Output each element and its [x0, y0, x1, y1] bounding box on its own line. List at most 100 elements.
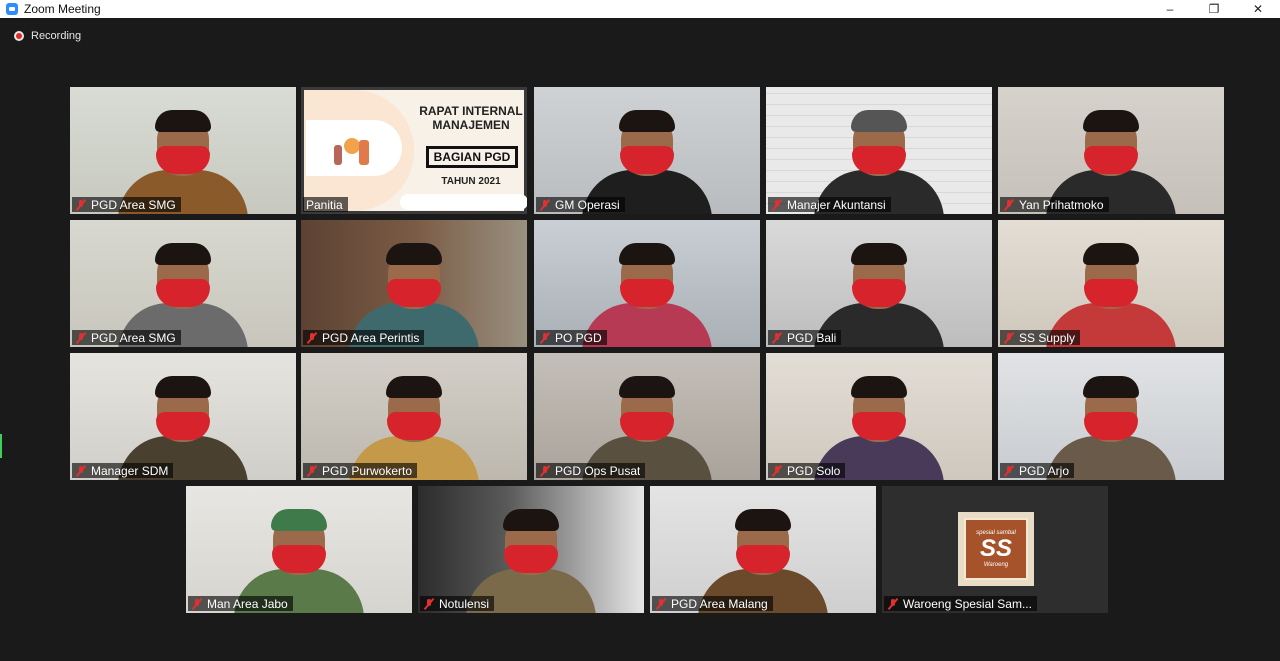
logo-bottom-text: Waroeng — [983, 562, 1009, 568]
mic-muted-icon — [539, 464, 551, 477]
mic-muted-icon — [1003, 198, 1015, 211]
participant-name: Manajer Akuntansi — [787, 197, 886, 212]
face-mask — [852, 412, 906, 440]
participant-tile[interactable]: PGD Purwokerto — [301, 353, 527, 480]
banner-line2: MANAJEMEN — [432, 118, 510, 132]
meeting-banner: RAPAT INTERNAL MANAJEMEN BAGIAN PGD TAHU… — [304, 90, 527, 211]
banner-year: TAHUN 2021 — [441, 176, 501, 187]
participant-tile[interactable]: Notulensi — [418, 486, 644, 613]
participant-name: GM Operasi — [555, 197, 620, 212]
waroeng-logo: spesial sambal SS Waroeng — [958, 512, 1034, 586]
participant-name: PGD Area Malang — [671, 596, 768, 611]
mic-muted-icon — [75, 464, 87, 477]
participant-name-tag: Notulensi — [420, 596, 495, 611]
participant-name-tag: PO PGD — [536, 330, 607, 345]
participant-tile[interactable]: PGD Bali — [766, 220, 992, 347]
participant-name-tag: Panitia — [303, 197, 348, 212]
face-mask — [852, 279, 906, 307]
participant-name: PGD Solo — [787, 463, 841, 478]
participant-name-tag: PGD Solo — [768, 463, 846, 478]
participant-tile[interactable]: GM Operasi — [534, 87, 760, 214]
participant-name-tag: PGD Area SMG — [72, 330, 181, 345]
banner-line1: RAPAT INTERNAL — [419, 104, 523, 118]
face-mask — [1084, 279, 1138, 307]
participant-name-tag: GM Operasi — [536, 197, 625, 212]
participant-name-tag: Manajer Akuntansi — [768, 197, 891, 212]
participant-name-tag: PGD Purwokerto — [303, 463, 418, 478]
logo-mark: SS — [979, 535, 1012, 562]
participant-tile[interactable]: PGD Solo — [766, 353, 992, 480]
face-mask — [504, 545, 558, 573]
participant-name: PGD Bali — [787, 330, 837, 345]
mic-muted-icon — [539, 331, 551, 344]
participant-tile[interactable]: PO PGD — [534, 220, 760, 347]
face-mask — [272, 545, 326, 573]
participant-tile[interactable]: spesial sambal SS Waroeng Waroeng Spesia… — [882, 486, 1108, 613]
participant-tile[interactable]: PGD Area SMG — [70, 87, 296, 214]
face-mask — [1084, 412, 1138, 440]
participant-name: Manager SDM — [91, 463, 169, 478]
mic-muted-icon — [75, 331, 87, 344]
mic-muted-icon — [771, 198, 783, 211]
face-mask — [156, 146, 210, 174]
mic-muted-icon — [423, 597, 435, 610]
face-mask — [1084, 146, 1138, 174]
mic-muted-icon — [75, 198, 87, 211]
participant-tile[interactable]: Manajer Akuntansi — [766, 87, 992, 214]
banner-bar — [400, 194, 527, 210]
participant-name-tag: PGD Area Perintis — [303, 330, 425, 345]
participant-name: PGD Ops Pusat — [555, 463, 641, 478]
participant-name: Panitia — [306, 197, 343, 212]
participant-tile[interactable]: PGD Area SMG — [70, 220, 296, 347]
mic-muted-icon — [306, 464, 318, 477]
mic-muted-icon — [771, 464, 783, 477]
participant-name: PGD Arjo — [1019, 463, 1070, 478]
face-mask — [620, 412, 674, 440]
participant-name-tag: PGD Area Malang — [652, 596, 773, 611]
banner-boxed-label: BAGIAN PGD — [426, 146, 518, 168]
participant-tile[interactable]: PGD Area Malang — [650, 486, 876, 613]
mic-muted-icon — [771, 331, 783, 344]
face-mask — [620, 146, 674, 174]
participant-tile[interactable]: SS Supply — [998, 220, 1224, 347]
participant-tile[interactable]: Yan Prihatmoko — [998, 87, 1224, 214]
participant-name: Waroeng Spesial Sam... — [903, 596, 1032, 611]
participant-name-tag: Waroeng Spesial Sam... — [884, 596, 1037, 611]
video-grid: PGD Area SMG RAPAT INTERNAL MANAJEMEN BA… — [0, 0, 1280, 661]
face-mask — [620, 279, 674, 307]
participant-name-tag: PGD Ops Pusat — [536, 463, 646, 478]
participant-tile[interactable]: PGD Area Perintis — [301, 220, 527, 347]
mic-muted-icon — [655, 597, 667, 610]
face-mask — [387, 412, 441, 440]
participant-name: Man Area Jabo — [207, 596, 288, 611]
participant-tile[interactable]: RAPAT INTERNAL MANAJEMEN BAGIAN PGD TAHU… — [301, 87, 527, 214]
mic-muted-icon — [1003, 464, 1015, 477]
participant-name-tag: Man Area Jabo — [188, 596, 293, 611]
participant-name-tag: Yan Prihatmoko — [1000, 197, 1109, 212]
face-mask — [852, 146, 906, 174]
banner-illustration — [304, 90, 414, 211]
participant-tile[interactable]: Man Area Jabo — [186, 486, 412, 613]
participant-name: PGD Area Perintis — [322, 330, 420, 345]
participant-name-tag: PGD Bali — [768, 330, 842, 345]
participant-name-tag: PGD Arjo — [1000, 463, 1075, 478]
participant-name: Notulensi — [439, 596, 490, 611]
participant-tile[interactable]: PGD Arjo — [998, 353, 1224, 480]
mic-muted-icon — [306, 331, 318, 344]
participant-name: SS Supply — [1019, 330, 1076, 345]
mic-muted-icon — [1003, 331, 1015, 344]
mic-muted-icon — [539, 198, 551, 211]
participant-name-tag: Manager SDM — [72, 463, 174, 478]
participant-name: Yan Prihatmoko — [1019, 197, 1104, 212]
face-mask — [387, 279, 441, 307]
participant-name: PO PGD — [555, 330, 602, 345]
mic-muted-icon — [191, 597, 203, 610]
mic-muted-icon — [887, 597, 899, 610]
participant-name-tag: PGD Area SMG — [72, 197, 181, 212]
face-mask — [736, 545, 790, 573]
participant-tile[interactable]: Manager SDM — [70, 353, 296, 480]
participant-tile[interactable]: PGD Ops Pusat — [534, 353, 760, 480]
face-mask — [156, 412, 210, 440]
participant-name: PGD Area SMG — [91, 330, 176, 345]
banner-title: RAPAT INTERNAL MANAJEMEN — [416, 104, 526, 132]
